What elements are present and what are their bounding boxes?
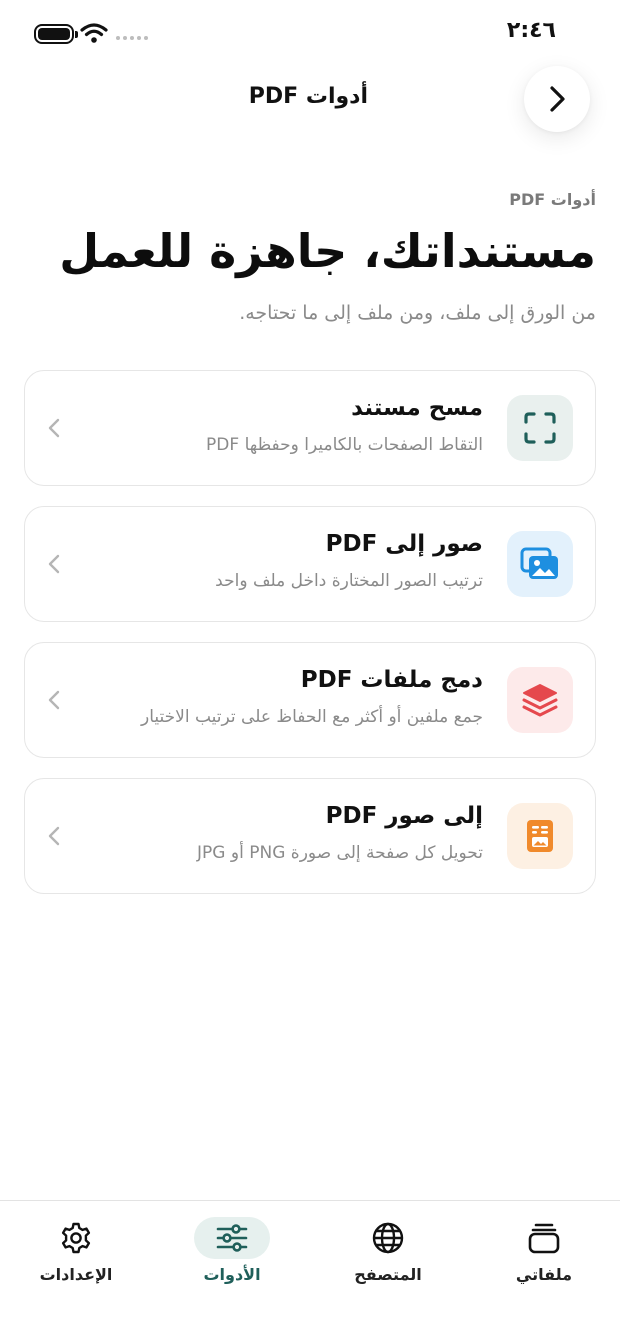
globe-icon bbox=[350, 1217, 426, 1259]
nav-label: المتصفح bbox=[354, 1265, 422, 1284]
section-eyebrow: أدوات PDF bbox=[509, 190, 596, 209]
card-description: تحويل كل صفحة إلى صورة PNG أو JPG bbox=[197, 843, 483, 863]
chevron-left-icon bbox=[48, 690, 60, 710]
nav-label: الأدوات bbox=[203, 1265, 261, 1284]
header: أدوات PDF bbox=[0, 66, 620, 136]
chevron-left-icon bbox=[48, 826, 60, 846]
card-title: دمج ملفات PDF bbox=[300, 667, 483, 693]
hero-subtitle: من الورق إلى ملف، ومن ملف إلى ما تحتاجه. bbox=[239, 302, 596, 324]
files-stack-icon bbox=[506, 1217, 582, 1259]
card-title: إلى صور PDF bbox=[325, 803, 483, 829]
signal-icon bbox=[116, 36, 148, 40]
scan-icon bbox=[507, 395, 573, 461]
card-description: ترتيب الصور المختارة داخل ملف واحد bbox=[215, 571, 483, 591]
nav-item-my-files[interactable]: ملفاتي bbox=[484, 1211, 604, 1291]
file-image-icon bbox=[507, 803, 573, 869]
images-icon bbox=[507, 531, 573, 597]
status-bar: ٢:٤٦ bbox=[0, 0, 620, 66]
nav-label: ملفاتي bbox=[515, 1265, 573, 1284]
card-description: التقاط الصفحات بالكاميرا وحفظها PDF bbox=[206, 435, 483, 455]
tool-card-images-to-pdf[interactable]: صور إلى PDF ترتيب الصور المختارة داخل مل… bbox=[24, 506, 596, 622]
chevron-right-icon bbox=[550, 86, 565, 112]
card-title: مسح مستند bbox=[351, 395, 483, 421]
status-time: ٢:٤٦ bbox=[506, 18, 556, 43]
layers-icon bbox=[507, 667, 573, 733]
back-button[interactable] bbox=[524, 66, 590, 132]
card-title: صور إلى PDF bbox=[325, 531, 483, 557]
hero-title: مستنداتك، جاهزة للعمل bbox=[59, 224, 596, 278]
sliders-icon bbox=[194, 1217, 270, 1259]
page-title: أدوات PDF bbox=[248, 84, 368, 109]
card-description: جمع ملفين أو أكثر مع الحفاظ على ترتيب ال… bbox=[141, 707, 483, 727]
bottom-navigation: ملفاتي المتصفح الأدوات الإعدادات bbox=[0, 1200, 620, 1342]
tool-card-merge-pdf[interactable]: دمج ملفات PDF جمع ملفين أو أكثر مع الحفا… bbox=[24, 642, 596, 758]
battery-icon bbox=[34, 24, 78, 44]
tool-card-pdf-to-images[interactable]: إلى صور PDF تحويل كل صفحة إلى صورة PNG أ… bbox=[24, 778, 596, 894]
nav-item-settings[interactable]: الإعدادات bbox=[16, 1211, 136, 1291]
chevron-left-icon bbox=[48, 554, 60, 574]
nav-label: الإعدادات bbox=[39, 1265, 113, 1284]
wifi-icon bbox=[80, 23, 108, 43]
gear-icon bbox=[38, 1217, 114, 1259]
nav-item-tools[interactable]: الأدوات bbox=[172, 1211, 292, 1291]
tools-screen: ٢:٤٦ أدوات PDF أدوات PDF مستنداتك، جاهزة… bbox=[0, 0, 620, 1342]
chevron-left-icon bbox=[48, 418, 60, 438]
nav-item-browser[interactable]: المتصفح bbox=[328, 1211, 448, 1291]
tool-card-scan[interactable]: مسح مستند التقاط الصفحات بالكاميرا وحفظه… bbox=[24, 370, 596, 486]
